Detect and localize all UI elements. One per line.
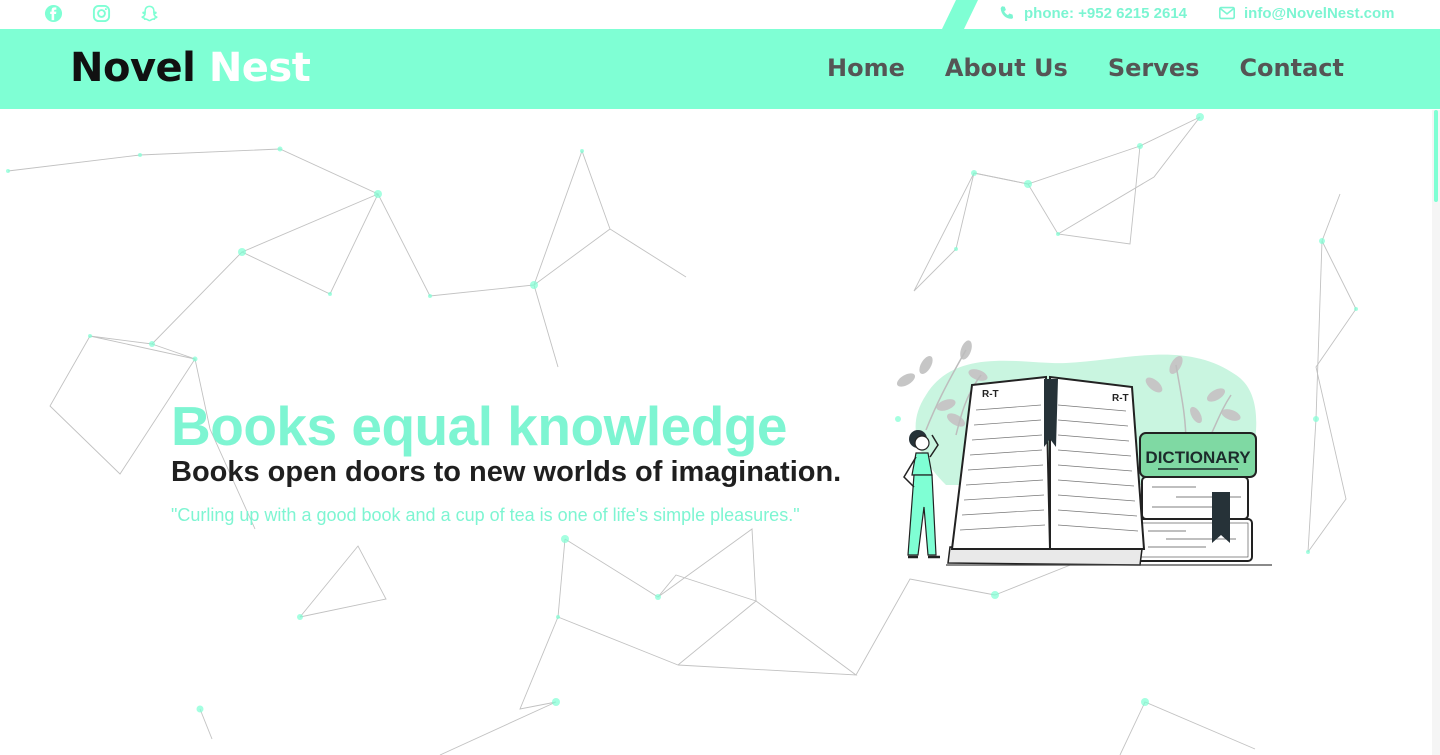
email-text: info@NovelNest.com <box>1244 4 1395 22</box>
page-scrollbar[interactable] <box>1432 110 1440 755</box>
navbar: Novel Nest Home About Us Serves Contact <box>0 29 1440 109</box>
page-label-left: R-T <box>982 389 999 400</box>
instagram-icon[interactable] <box>92 4 111 23</box>
facebook-icon[interactable] <box>44 4 63 23</box>
books-illustration: DICTIONARY R-T R-T <box>896 340 1272 566</box>
email-contact[interactable]: info@NovelNest.com <box>1218 4 1394 22</box>
brand-part-2: Nest <box>208 45 311 91</box>
nav-contact[interactable]: Contact <box>1239 54 1344 82</box>
snapchat-icon[interactable] <box>140 4 159 23</box>
phone-contact[interactable]: phone: +952 6215 2614 <box>998 4 1187 22</box>
scrollbar-thumb[interactable] <box>1434 110 1438 202</box>
page-label-right: R-T <box>1112 393 1129 404</box>
nav-links: Home About Us Serves Contact <box>827 54 1344 82</box>
slant-divider <box>942 0 978 29</box>
phone-text: phone: +952 6215 2614 <box>1024 4 1188 22</box>
social-links <box>44 4 159 23</box>
hero-subtitle: Books open doors to new worlds of imagin… <box>171 456 842 488</box>
hero-quote: "Curling up with a good book and a cup o… <box>171 505 800 525</box>
phone-icon <box>1000 6 1014 19</box>
brand-logo[interactable]: Novel Nest <box>70 45 311 91</box>
envelope-icon <box>1218 6 1236 20</box>
top-bar: phone: +952 6215 2614 info@NovelNest.com <box>0 0 1440 29</box>
reader-figure <box>903 430 940 559</box>
dictionary-label: DICTIONARY <box>1145 448 1251 467</box>
nav-about-us[interactable]: About Us <box>945 54 1068 82</box>
nav-serves[interactable]: Serves <box>1108 54 1200 82</box>
brand-part-1: Novel <box>70 45 196 91</box>
hero-title: Books equal knowledge <box>171 395 788 457</box>
nav-home[interactable]: Home <box>827 54 905 82</box>
contact-strip: phone: +952 6215 2614 info@NovelNest.com <box>942 0 1440 29</box>
